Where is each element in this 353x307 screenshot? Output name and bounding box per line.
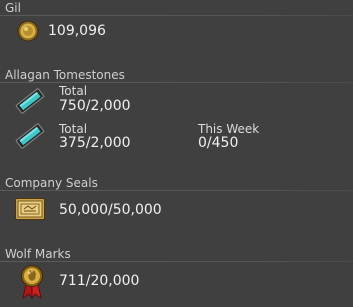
company-seals-header-label: Company Seals <box>5 176 98 190</box>
wolf-marks-header-divider <box>0 261 353 262</box>
wolf-marks-section-header: Wolf Marks <box>0 246 353 262</box>
tomestone-1-total-label: Total <box>59 84 88 98</box>
company-seals-header-divider <box>0 190 353 191</box>
tomestone-icon <box>14 88 46 114</box>
tomestone-2-total-label: Total <box>59 122 88 136</box>
wolf-marks-header-label: Wolf Marks <box>5 247 71 261</box>
company-seals-amount: 50,000/50,000 <box>59 202 162 218</box>
company-seals-section-header: Company Seals <box>0 175 353 191</box>
tomestone-2-total-value: 375/2,000 <box>59 135 131 151</box>
company-seal-icon <box>15 198 45 220</box>
tomestones-header-label: Allagan Tomestones <box>5 68 125 82</box>
gil-coin-icon <box>17 20 39 42</box>
tomestone-icon <box>14 123 46 149</box>
wolf-mark-medal-icon <box>20 264 44 300</box>
gil-amount: 109,096 <box>48 23 106 39</box>
gil-header-divider <box>0 15 353 16</box>
tomestones-header-divider <box>0 82 353 83</box>
tomestone-1-total-value: 750/2,000 <box>59 98 131 114</box>
gil-section-header: Gil <box>0 0 353 16</box>
tomestone-2-week-label: This Week <box>198 122 260 136</box>
tomestone-2-week-value: 0/450 <box>198 135 239 151</box>
tomestones-section-header: Allagan Tomestones <box>0 67 353 83</box>
gil-header-label: Gil <box>5 1 21 15</box>
wolf-marks-amount: 711/20,000 <box>59 273 140 289</box>
